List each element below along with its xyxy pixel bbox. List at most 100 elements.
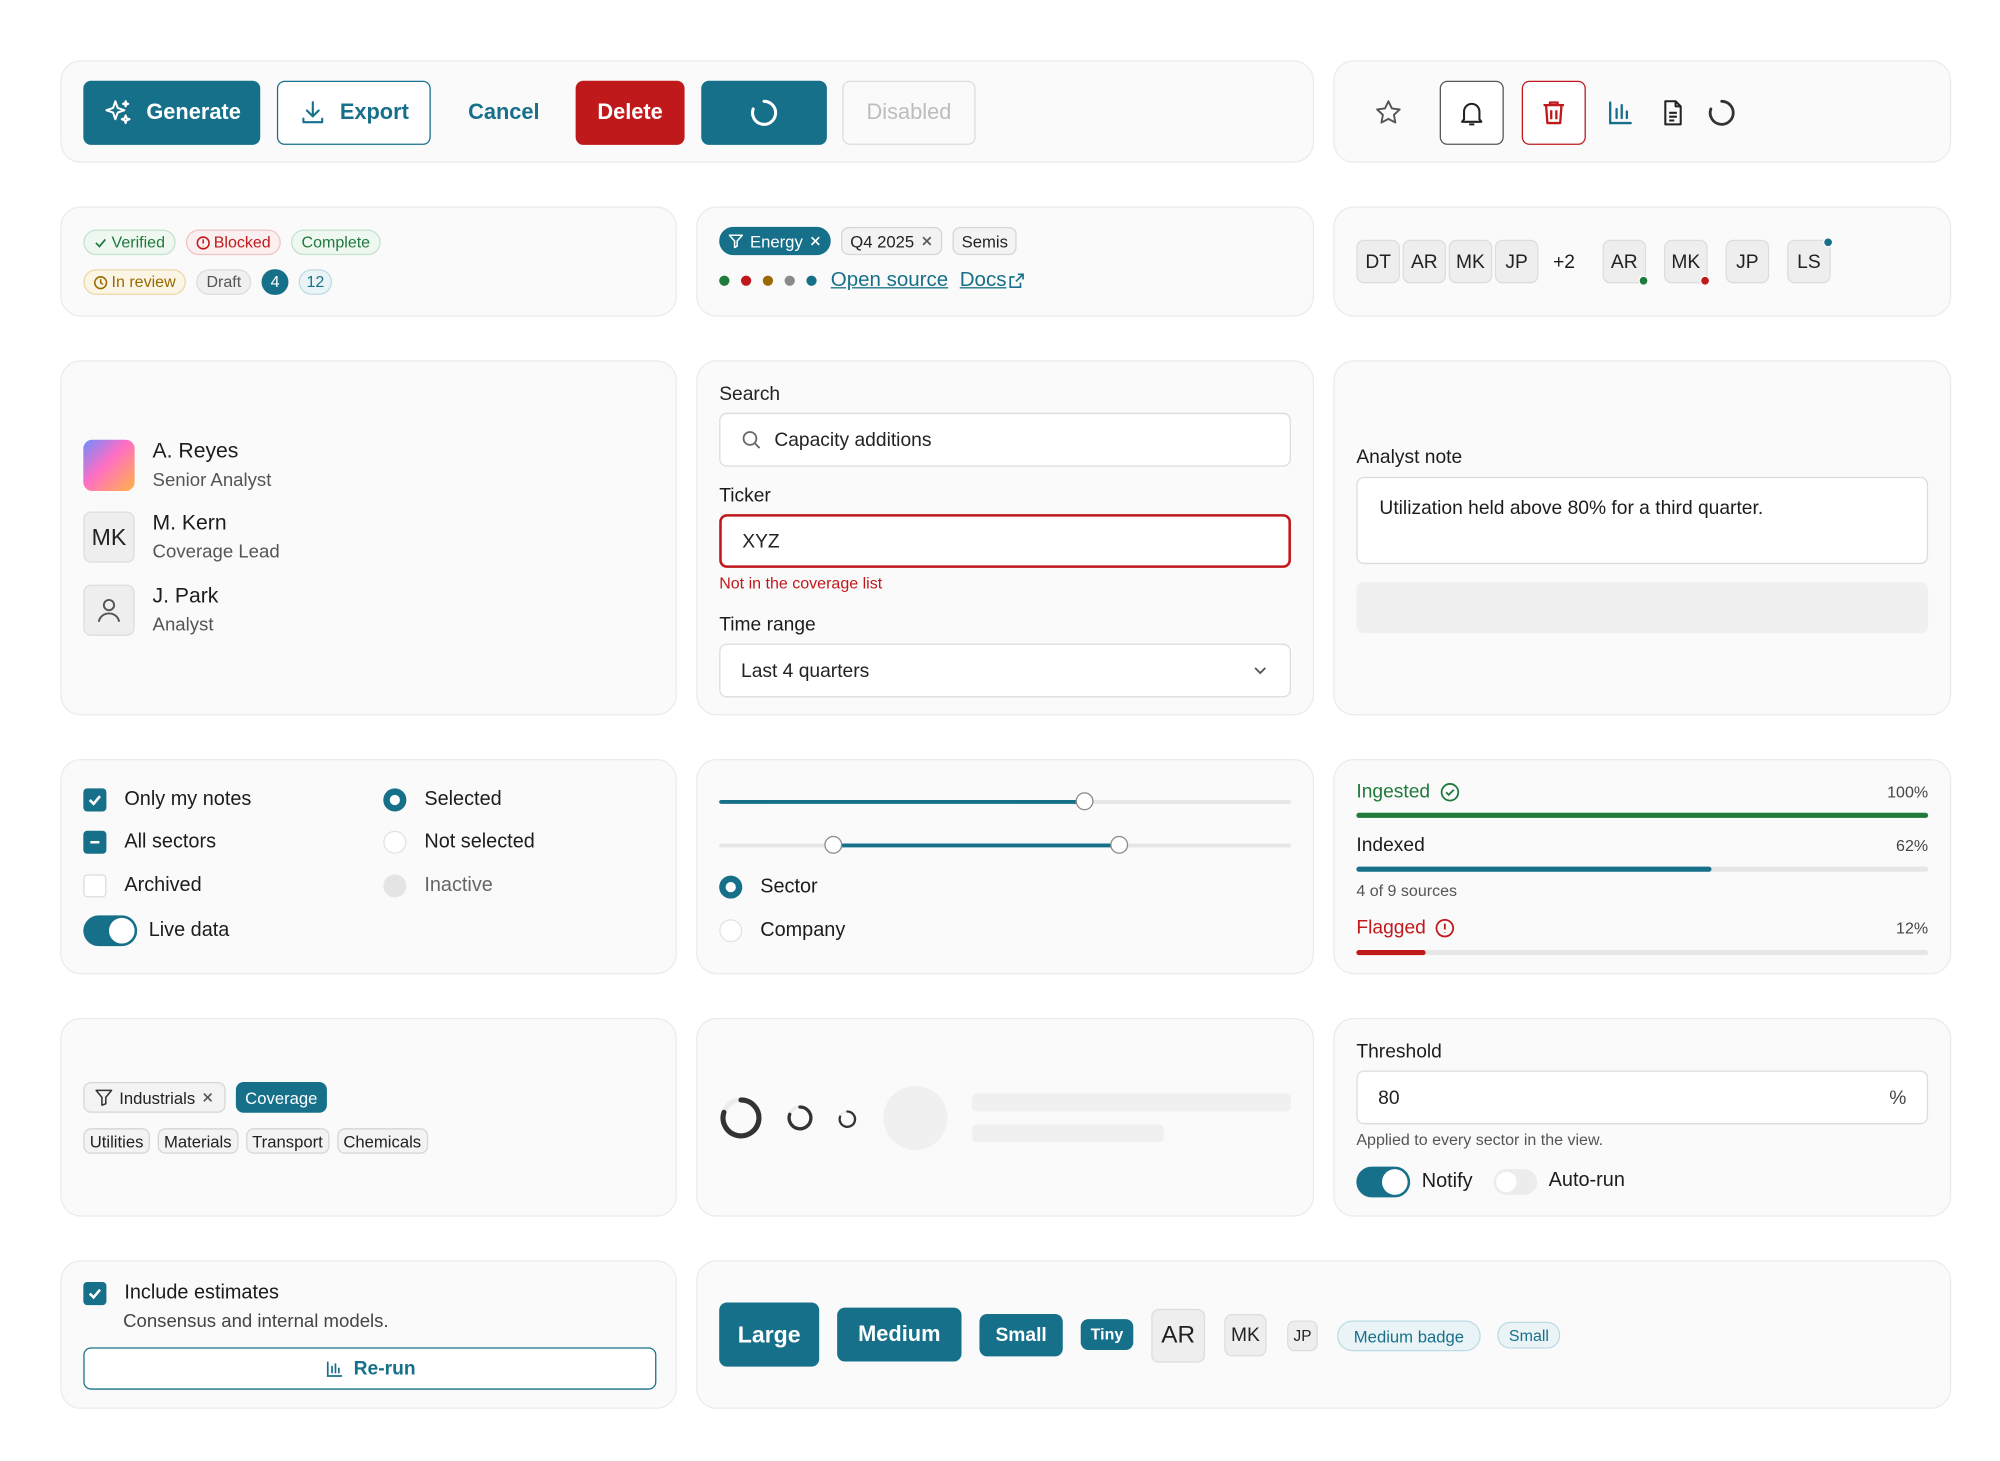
radio-button[interactable] [383, 830, 407, 854]
slider-thumb-low[interactable] [824, 835, 843, 854]
skeleton-avatar [883, 1085, 948, 1150]
avatar-large: AR [1151, 1308, 1206, 1363]
range-slider[interactable] [719, 835, 1291, 854]
tag-chip[interactable]: Materials [157, 1128, 239, 1154]
toggle-autorun[interactable]: Auto-run [1493, 1167, 1625, 1195]
radio-button[interactable] [383, 788, 407, 812]
avatar-initials: AR [1610, 250, 1638, 273]
small-badge: Small [1497, 1321, 1561, 1349]
threshold-input[interactable]: 80 % [1356, 1070, 1929, 1125]
skeleton-block [1356, 582, 1929, 634]
open-source-link[interactable]: Open source [831, 269, 948, 292]
tag-chip[interactable]: Utilities [83, 1128, 150, 1154]
docs-label: Docs [959, 269, 1007, 292]
checkbox-unchecked[interactable] [83, 874, 107, 898]
docs-link[interactable]: Docs [960, 269, 1025, 292]
avatar-medium: MK [1224, 1314, 1267, 1357]
checkbox-checked[interactable] [83, 788, 107, 812]
radio-button-disabled [383, 874, 407, 898]
semis-chip[interactable]: Semis [952, 226, 1017, 256]
rerun-button[interactable]: Re-run [83, 1347, 657, 1390]
radio-label: Selected [424, 788, 502, 811]
coverage-chip[interactable]: Coverage [236, 1082, 327, 1113]
blocked-label: Blocked [213, 233, 271, 252]
radio-button[interactable] [719, 875, 743, 899]
disabled-button[interactable]: Disabled [842, 80, 976, 145]
avatar: MK [83, 511, 135, 563]
skeleton-line [971, 1124, 1165, 1143]
checkbox-indeterminate[interactable] [83, 830, 107, 854]
radio-button[interactable] [719, 919, 743, 943]
single-slider[interactable] [719, 792, 1291, 811]
checkbox-only-my-notes[interactable]: Only my notes [83, 788, 251, 812]
industrials-chip[interactable]: Industrials [83, 1082, 226, 1113]
slider-thumb[interactable] [1076, 792, 1095, 811]
threshold-card: Threshold 80 % Applied to every sector i… [1333, 1017, 1952, 1217]
status-dot [806, 275, 817, 286]
checkbox-label: Archived [124, 874, 202, 897]
radio-company[interactable]: Company [719, 919, 845, 943]
time-range-select[interactable]: Last 4 quarters [719, 643, 1291, 698]
export-button[interactable]: Export [276, 80, 431, 145]
radio-label: Not selected [424, 830, 535, 853]
alert-circle-icon [196, 235, 210, 249]
person-row: MK M. Kern Coverage Lead [83, 511, 280, 563]
trash-button[interactable] [1521, 80, 1586, 145]
delete-button[interactable]: Delete [575, 80, 685, 145]
large-button[interactable]: Large [719, 1302, 820, 1367]
radio-selected[interactable]: Selected [383, 788, 502, 812]
slider-thumb-high[interactable] [1110, 835, 1129, 854]
checkbox-include-estimates[interactable]: Include estimates [83, 1282, 279, 1306]
status-dot [1699, 275, 1711, 286]
spinner-button [1691, 81, 1753, 145]
skeleton-line [971, 1093, 1291, 1112]
spinner-small-icon [837, 1109, 858, 1130]
sparkle-icon [103, 97, 134, 128]
close-icon[interactable] [202, 1091, 215, 1104]
bar-chart-icon [1605, 97, 1636, 128]
close-icon[interactable] [809, 235, 822, 248]
loading-button[interactable] [701, 80, 827, 145]
medium-button[interactable]: Medium [837, 1307, 962, 1362]
checkbox-label: Include estimates [124, 1282, 279, 1304]
checkbox-checked[interactable] [83, 1282, 107, 1306]
small-button[interactable]: Small [979, 1314, 1063, 1357]
cancel-button[interactable]: Cancel [446, 81, 561, 145]
tiny-button[interactable]: Tiny [1080, 1319, 1134, 1350]
ticker-input[interactable]: XYZ [719, 514, 1291, 568]
spinner-icon [1706, 97, 1737, 128]
avatar: AR [1402, 239, 1447, 284]
search-input[interactable]: Capacity additions [719, 412, 1291, 467]
toggle-switch[interactable] [1356, 1166, 1411, 1198]
tag-chip[interactable]: Chemicals [336, 1128, 428, 1154]
generate-button[interactable]: Generate [83, 80, 261, 145]
ticker-error: Not in the coverage list [719, 574, 883, 593]
threshold-help: Applied to every sector in the view. [1356, 1130, 1604, 1149]
toggle-switch[interactable] [1493, 1169, 1538, 1195]
star-button[interactable] [1356, 81, 1420, 145]
person-role: Analyst [152, 615, 214, 636]
radio-sector[interactable]: Sector [719, 875, 818, 899]
people-card: A. Reyes Senior Analyst MK M. Kern Coverag… [60, 360, 677, 716]
buttons-card: Generate Export Cancel Delete Disabled [60, 60, 1315, 163]
avatar-initials: MK [1671, 250, 1701, 273]
dot-row [719, 275, 817, 286]
component-gallery: Generate Export Cancel Delete Disabled V… [0, 0, 2000, 1461]
toggle-live-data[interactable]: Live data [83, 915, 230, 947]
bell-button[interactable] [1439, 80, 1504, 145]
quarter-chip[interactable]: Q4 2025 [841, 226, 943, 256]
toggle-label: Live data [148, 919, 230, 941]
person-name: A. Reyes [152, 439, 239, 463]
progress-fill [1356, 866, 1711, 872]
radio-label: Sector [760, 875, 818, 898]
toggle-notify[interactable]: Notify [1356, 1166, 1473, 1198]
blocked-badge: Blocked [185, 229, 281, 256]
checkbox-archived[interactable]: Archived [83, 874, 202, 898]
close-icon[interactable] [921, 235, 934, 248]
energy-chip[interactable]: Energy [719, 226, 831, 256]
radio-not-selected[interactable]: Not selected [383, 830, 535, 854]
toggle-switch[interactable] [83, 915, 138, 947]
tag-chip[interactable]: Transport [245, 1128, 330, 1154]
checkbox-all-sectors[interactable]: All sectors [83, 830, 216, 854]
note-textarea[interactable]: Utilization held above 80% for a third q… [1356, 476, 1929, 565]
